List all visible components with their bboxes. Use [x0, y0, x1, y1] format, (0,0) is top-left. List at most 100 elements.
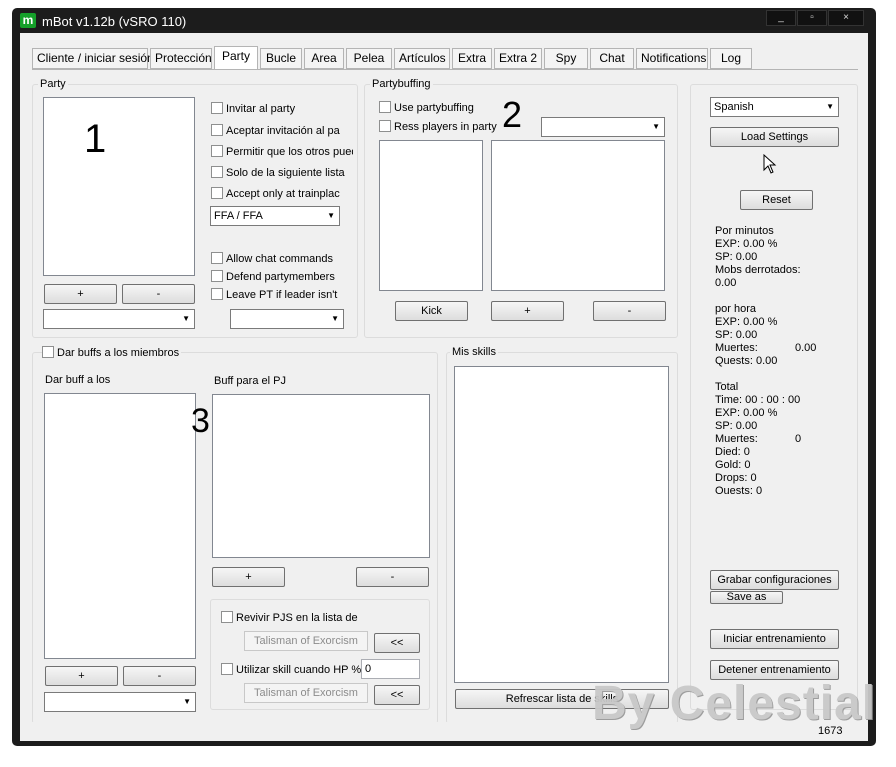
per-hour-quests: Quests: 0.00 [715, 355, 778, 367]
only-list-checkbox[interactable]: Solo de la siguiente lista [211, 166, 353, 180]
party-player-select[interactable]: ▼ [43, 309, 195, 329]
tab-spy[interactable]: Spy [544, 48, 588, 69]
per-minute-mobs-value: 0.00 [715, 277, 737, 289]
mouse-cursor-icon [763, 153, 777, 177]
tab-cliente[interactable]: Cliente / iniciar sesión [32, 48, 154, 69]
close-icon[interactable]: × [828, 10, 864, 26]
per-minute-title: Por minutos [715, 225, 774, 237]
buff-member-select[interactable]: ▼ [44, 692, 196, 712]
give-buffs-checkbox[interactable]: Dar buffs a los miembros [42, 346, 182, 360]
tab-proteccion[interactable]: Protección [150, 48, 212, 69]
invite-party-checkbox[interactable]: Invitar al party [211, 102, 295, 116]
skills-list[interactable] [454, 366, 669, 683]
per-hour-exp: EXP: 0.00 % [715, 316, 778, 328]
party-remove-button[interactable]: - [122, 284, 195, 304]
buffs-marker: 3 [191, 402, 210, 440]
buff-member-add-button[interactable]: + [45, 666, 118, 686]
party-add-button[interactable]: + [44, 284, 117, 304]
chevron-down-icon: ▼ [826, 102, 834, 111]
total-drops: Drops: 0 [715, 472, 757, 484]
per-hour-deaths-value: 0.00 [795, 342, 817, 354]
defend-members-checkbox[interactable]: Defend partymembers [211, 270, 335, 284]
use-partybuffing-checkbox[interactable]: Use partybuffing [379, 101, 474, 115]
revive-skill-field[interactable]: Talisman of Exorcism [244, 631, 368, 651]
partybuffing-add-button[interactable]: + [491, 301, 564, 321]
total-deaths-value: 0 [795, 433, 802, 445]
tab-chat[interactable]: Chat [590, 48, 634, 69]
hp-skill-button[interactable]: << [374, 685, 420, 705]
save-config-button[interactable]: Grabar configuraciones [710, 570, 839, 590]
party-group-label: Party [38, 78, 68, 90]
partybuffing-remove-button[interactable]: - [593, 301, 666, 321]
kick-button[interactable]: Kick [395, 301, 468, 321]
accept-trainplace-checkbox[interactable]: Accept only at trainplac [211, 187, 340, 201]
buff-remove-button[interactable]: - [356, 567, 429, 587]
leave-pt-checkbox[interactable]: Leave PT if leader isn't [211, 288, 337, 302]
total-exp: EXP: 0.00 % [715, 407, 778, 419]
partybuffing-select[interactable]: ▼ [541, 117, 665, 137]
total-quests: Ouests: 0 [715, 485, 763, 497]
chevron-down-icon: ▼ [327, 211, 335, 220]
skills-group-label: Mis skills [450, 346, 498, 358]
partybuffing-buffs-list[interactable] [491, 140, 665, 291]
tab-party[interactable]: Party [214, 46, 258, 70]
revive-skill-button[interactable]: << [374, 633, 420, 653]
chevron-down-icon: ▼ [652, 122, 660, 131]
per-hour-sp: SP: 0.00 [715, 329, 758, 341]
buff-members-list[interactable] [44, 393, 196, 659]
party-list[interactable] [43, 97, 195, 276]
chevron-down-icon: ▼ [331, 314, 339, 323]
partybuffing-marker: 2 [502, 94, 523, 135]
total-gold: Gold: 0 [715, 459, 751, 471]
buff-left-label: Dar buff a los [45, 374, 111, 386]
tab-bucle[interactable]: Bucle [260, 48, 302, 69]
per-hour-deaths-label: Muertes: [715, 342, 758, 354]
use-skill-hp-checkbox[interactable]: Utilizar skill cuando HP % [221, 663, 361, 677]
accept-invite-checkbox[interactable]: Aceptar invitación al pa [211, 124, 340, 138]
party-mode-select[interactable]: FFA / FFA ▼ [210, 206, 340, 226]
partybuffing-group-label: Partybuffing [370, 78, 433, 90]
chevron-down-icon: ▼ [183, 697, 191, 706]
reset-button[interactable]: Reset [740, 190, 813, 210]
per-minute-sp: SP: 0.00 [715, 251, 758, 263]
hp-skill-field[interactable]: Talisman of Exorcism [244, 683, 368, 703]
language-select[interactable]: Spanish ▼ [710, 97, 839, 117]
buff-member-remove-button[interactable]: - [123, 666, 196, 686]
total-title: Total [715, 381, 739, 393]
tab-extra[interactable]: Extra [452, 48, 492, 69]
partybuffing-members-list[interactable] [379, 140, 483, 291]
buff-add-button[interactable]: + [212, 567, 285, 587]
ress-players-checkbox[interactable]: Ress players in party [379, 120, 497, 134]
per-hour-title: por hora [715, 303, 756, 315]
tab-area[interactable]: Area [304, 48, 344, 69]
per-minute-exp: EXP: 0.00 % [715, 238, 778, 250]
tab-articulos[interactable]: Artículos [394, 48, 450, 69]
revive-checkbox[interactable]: Revivir PJS en la lista de [221, 611, 358, 625]
tab-log[interactable]: Log [710, 48, 752, 69]
buff-pj-list[interactable] [212, 394, 430, 558]
minimize-icon[interactable]: _ [766, 10, 796, 26]
load-settings-button[interactable]: Load Settings [710, 127, 839, 147]
party-option-select[interactable]: ▼ [230, 309, 344, 329]
maximize-icon[interactable]: ▫ [797, 10, 827, 26]
watermark-text: By Celestial [592, 677, 877, 730]
allow-others-checkbox[interactable]: Permitir que los otros pued [211, 145, 353, 159]
tab-divider [32, 69, 858, 70]
tab-notifications[interactable]: Notifications [636, 48, 708, 69]
total-time: Time: 00 : 00 : 00 [715, 394, 801, 406]
app-logo-icon: m [20, 13, 36, 28]
save-as-button[interactable]: Save as [710, 591, 783, 604]
window-title: mBot v1.12b (vSRO 110) [42, 14, 187, 29]
chevron-down-icon: ▼ [182, 314, 190, 323]
tab-pelea[interactable]: Pelea [346, 48, 392, 69]
party-list-marker: 1 [84, 117, 107, 161]
tab-extra2[interactable]: Extra 2 [494, 48, 542, 69]
total-sp: SP: 0.00 [715, 420, 758, 432]
total-deaths-label: Muertes: [715, 433, 758, 445]
per-minute-mobs-label: Mobs derrotados: [715, 264, 801, 276]
hp-percent-field[interactable]: 0 [361, 659, 420, 679]
total-died: Died: 0 [715, 446, 750, 458]
allow-chat-commands-checkbox[interactable]: Allow chat commands [211, 252, 333, 266]
start-training-button[interactable]: Iniciar entrenamiento [710, 629, 839, 649]
buff-right-label: Buff para el PJ [214, 375, 286, 387]
